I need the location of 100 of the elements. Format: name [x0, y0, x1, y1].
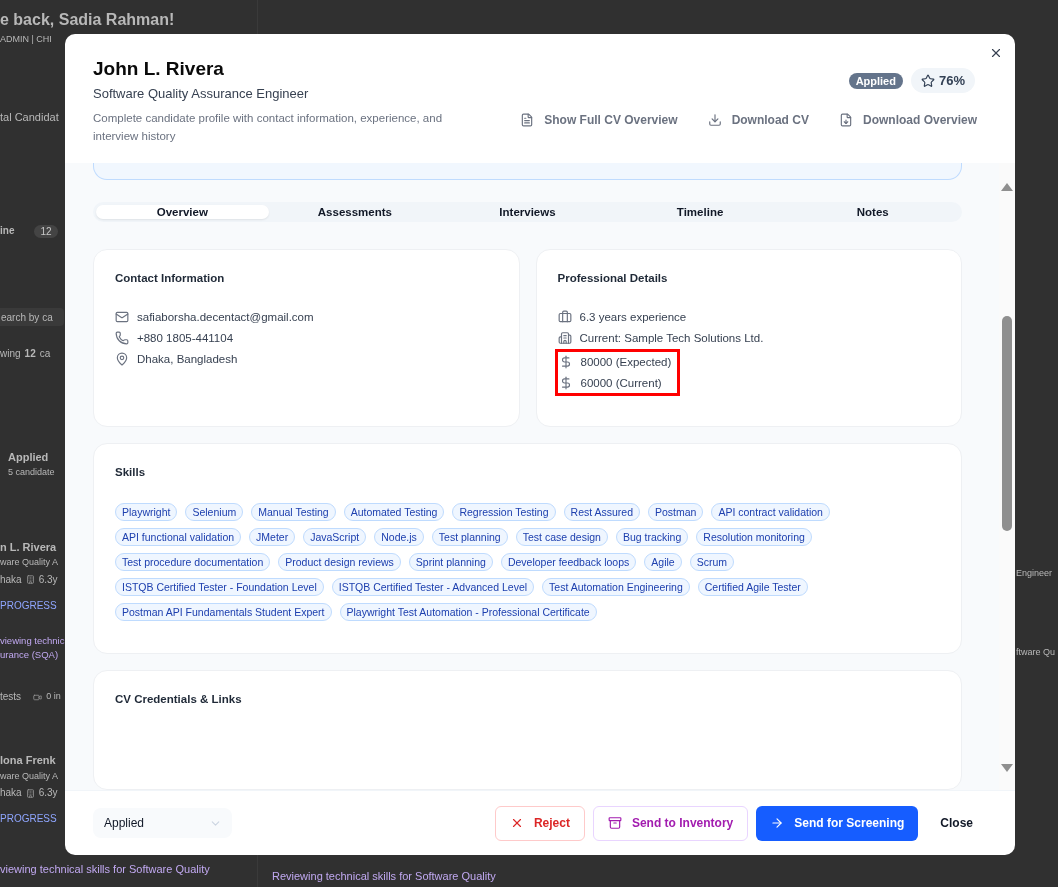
stage-select[interactable]: Applied — [93, 808, 232, 838]
video-icon — [33, 693, 43, 702]
skill-tag: ISTQB Certified Tester - Foundation Level — [115, 578, 324, 596]
skill-tag: API functional validation — [115, 528, 242, 546]
footer-button[interactable]: Close — [926, 805, 987, 841]
card-title: Professional Details — [557, 272, 669, 284]
file-download-icon — [838, 113, 853, 127]
skill-tag: Manual Testing — [251, 503, 336, 521]
candidate-name: John L. Rivera — [93, 58, 225, 80]
scroll-down-icon[interactable] — [1001, 764, 1013, 772]
close-icon[interactable] — [989, 46, 1003, 60]
info-text: 60000 (Current) — [580, 377, 662, 389]
action-link[interactable]: Download CV — [707, 113, 809, 127]
tests-text: tests — [0, 691, 22, 704]
skill-tag: Playwright Test Automation - Professional Certificate — [339, 603, 597, 621]
skill-tag: Postman — [648, 503, 704, 521]
skill-tag: Node.js — [374, 528, 424, 546]
info-text: Dhaka, Bangladesh — [137, 353, 238, 365]
pipeline-label: ine — [0, 225, 15, 238]
action-link[interactable]: Show Full CV Overview — [520, 113, 678, 127]
building-icon — [25, 788, 35, 798]
showing-text: ca — [39, 348, 51, 361]
skill-tag: Rest Assured — [563, 503, 640, 521]
skill-tag: Test procedure documentation — [115, 553, 271, 571]
skill-tag: Developer feedback loops — [500, 553, 637, 571]
candidate-title: ware Quality A — [0, 770, 59, 782]
map-pin-icon — [115, 352, 129, 366]
background-text: Engineer — [1016, 568, 1053, 580]
skill-tag: Postman API Fundamentals Student Expert — [115, 603, 332, 621]
skill-tag: Scrum — [689, 553, 734, 571]
tab[interactable]: Interviews — [441, 205, 614, 219]
stat-label: tal Candidat — [0, 111, 59, 125]
skill-tag: Bug tracking — [615, 528, 689, 546]
background-text: ftware Qu — [1016, 647, 1055, 659]
note-text: urance (SQA) — [0, 649, 59, 662]
skill-tag: Test Automation Engineering — [542, 578, 690, 596]
info-text: +880 1805-441104 — [137, 332, 234, 344]
footer-button[interactable]: Reject — [494, 805, 585, 841]
role-text: ADMIN | CHI — [0, 34, 52, 46]
experience-text: 6.3y — [38, 573, 58, 586]
status-badge: Applied — [848, 72, 903, 89]
skill-tag: API contract validation — [711, 503, 830, 521]
building-icon — [557, 331, 572, 345]
building-icon — [25, 575, 35, 585]
info-text: Current: Sample Tech Solutions Ltd. — [579, 332, 764, 344]
showing-count: 12 — [24, 348, 36, 361]
note-text: viewing technic — [0, 634, 65, 647]
skill-tag: Regression Testing — [452, 503, 556, 521]
footer-button[interactable]: Send to Inventory — [592, 805, 749, 841]
scrollbar-thumb[interactable] — [1002, 316, 1012, 531]
info-text: 80000 (Expected) — [580, 356, 672, 368]
interviews-text: 0 in — [46, 691, 61, 703]
status-text: PROGRESS — [0, 813, 57, 826]
document-icon — [520, 113, 535, 127]
download-icon — [707, 113, 722, 127]
skill-tag: Automated Testing — [343, 503, 445, 521]
skill-tag: Agile — [644, 553, 682, 571]
skill-tag: Certified Agile Tester — [697, 578, 808, 596]
experience-text: 6.3y — [38, 786, 58, 800]
card-title: Contact Information — [115, 272, 226, 284]
scroll-up-icon[interactable] — [1001, 183, 1013, 191]
info-text: safiaborsha.decentact@gmail.com — [137, 311, 314, 323]
skill-tag: ISTQB Certified Tester - Advanced Level — [331, 578, 535, 596]
skill-tag: Resolution monitoring — [696, 528, 812, 546]
skill-tag: Sprint planning — [408, 553, 493, 571]
stage-count: 5 candidate — [8, 467, 55, 479]
archive-icon — [607, 816, 622, 830]
dialog-description: Complete candidate profile with contact information, experience, and interview history — [93, 111, 444, 144]
skill-tag: Test case design — [515, 528, 608, 546]
candidate-title: ware Quality A — [0, 557, 59, 569]
tab[interactable]: Assessments — [268, 205, 442, 219]
tab[interactable]: Overview — [96, 205, 269, 219]
note-text: Reviewing technical skills for Software Quality — [272, 870, 496, 884]
note-text: viewing technical skills for Software Quality — [0, 862, 210, 877]
phone-icon — [115, 331, 129, 345]
skill-tag: JavaScript — [303, 528, 367, 546]
tab[interactable]: Notes — [786, 205, 959, 219]
skill-tag: Selenium — [185, 503, 244, 521]
skill-tag: Test planning — [431, 528, 508, 546]
status-text: PROGRESS — [0, 600, 57, 613]
footer-button[interactable]: Send for Screening — [756, 805, 919, 841]
candidate-name: lona Frenk — [0, 753, 56, 768]
card-title: Skills — [115, 466, 147, 478]
action-link[interactable]: Download Overview — [838, 113, 977, 127]
card-title: CV Credentials & Links — [115, 693, 243, 705]
showing-text: wing — [0, 348, 21, 361]
tab[interactable]: Timeline — [613, 205, 787, 219]
score-badge: 76% — [910, 68, 975, 93]
greeting-text: e back, Sadia Rahman! — [0, 10, 175, 30]
skill-tag: Product design reviews — [278, 553, 401, 571]
location-text: haka — [0, 786, 22, 800]
info-text: 6.3 years experience — [579, 311, 687, 323]
candidate-title: Software Quality Assurance Engineer — [93, 86, 310, 101]
stage-name: Applied — [8, 450, 49, 465]
pipeline-count: 12 — [34, 225, 58, 238]
skill-tag: JMeter — [249, 528, 296, 546]
skill-tag: Playwright — [115, 503, 178, 521]
briefcase-icon — [557, 310, 572, 324]
mail-icon — [115, 310, 129, 324]
search-field[interactable]: earch by ca — [0, 308, 64, 326]
